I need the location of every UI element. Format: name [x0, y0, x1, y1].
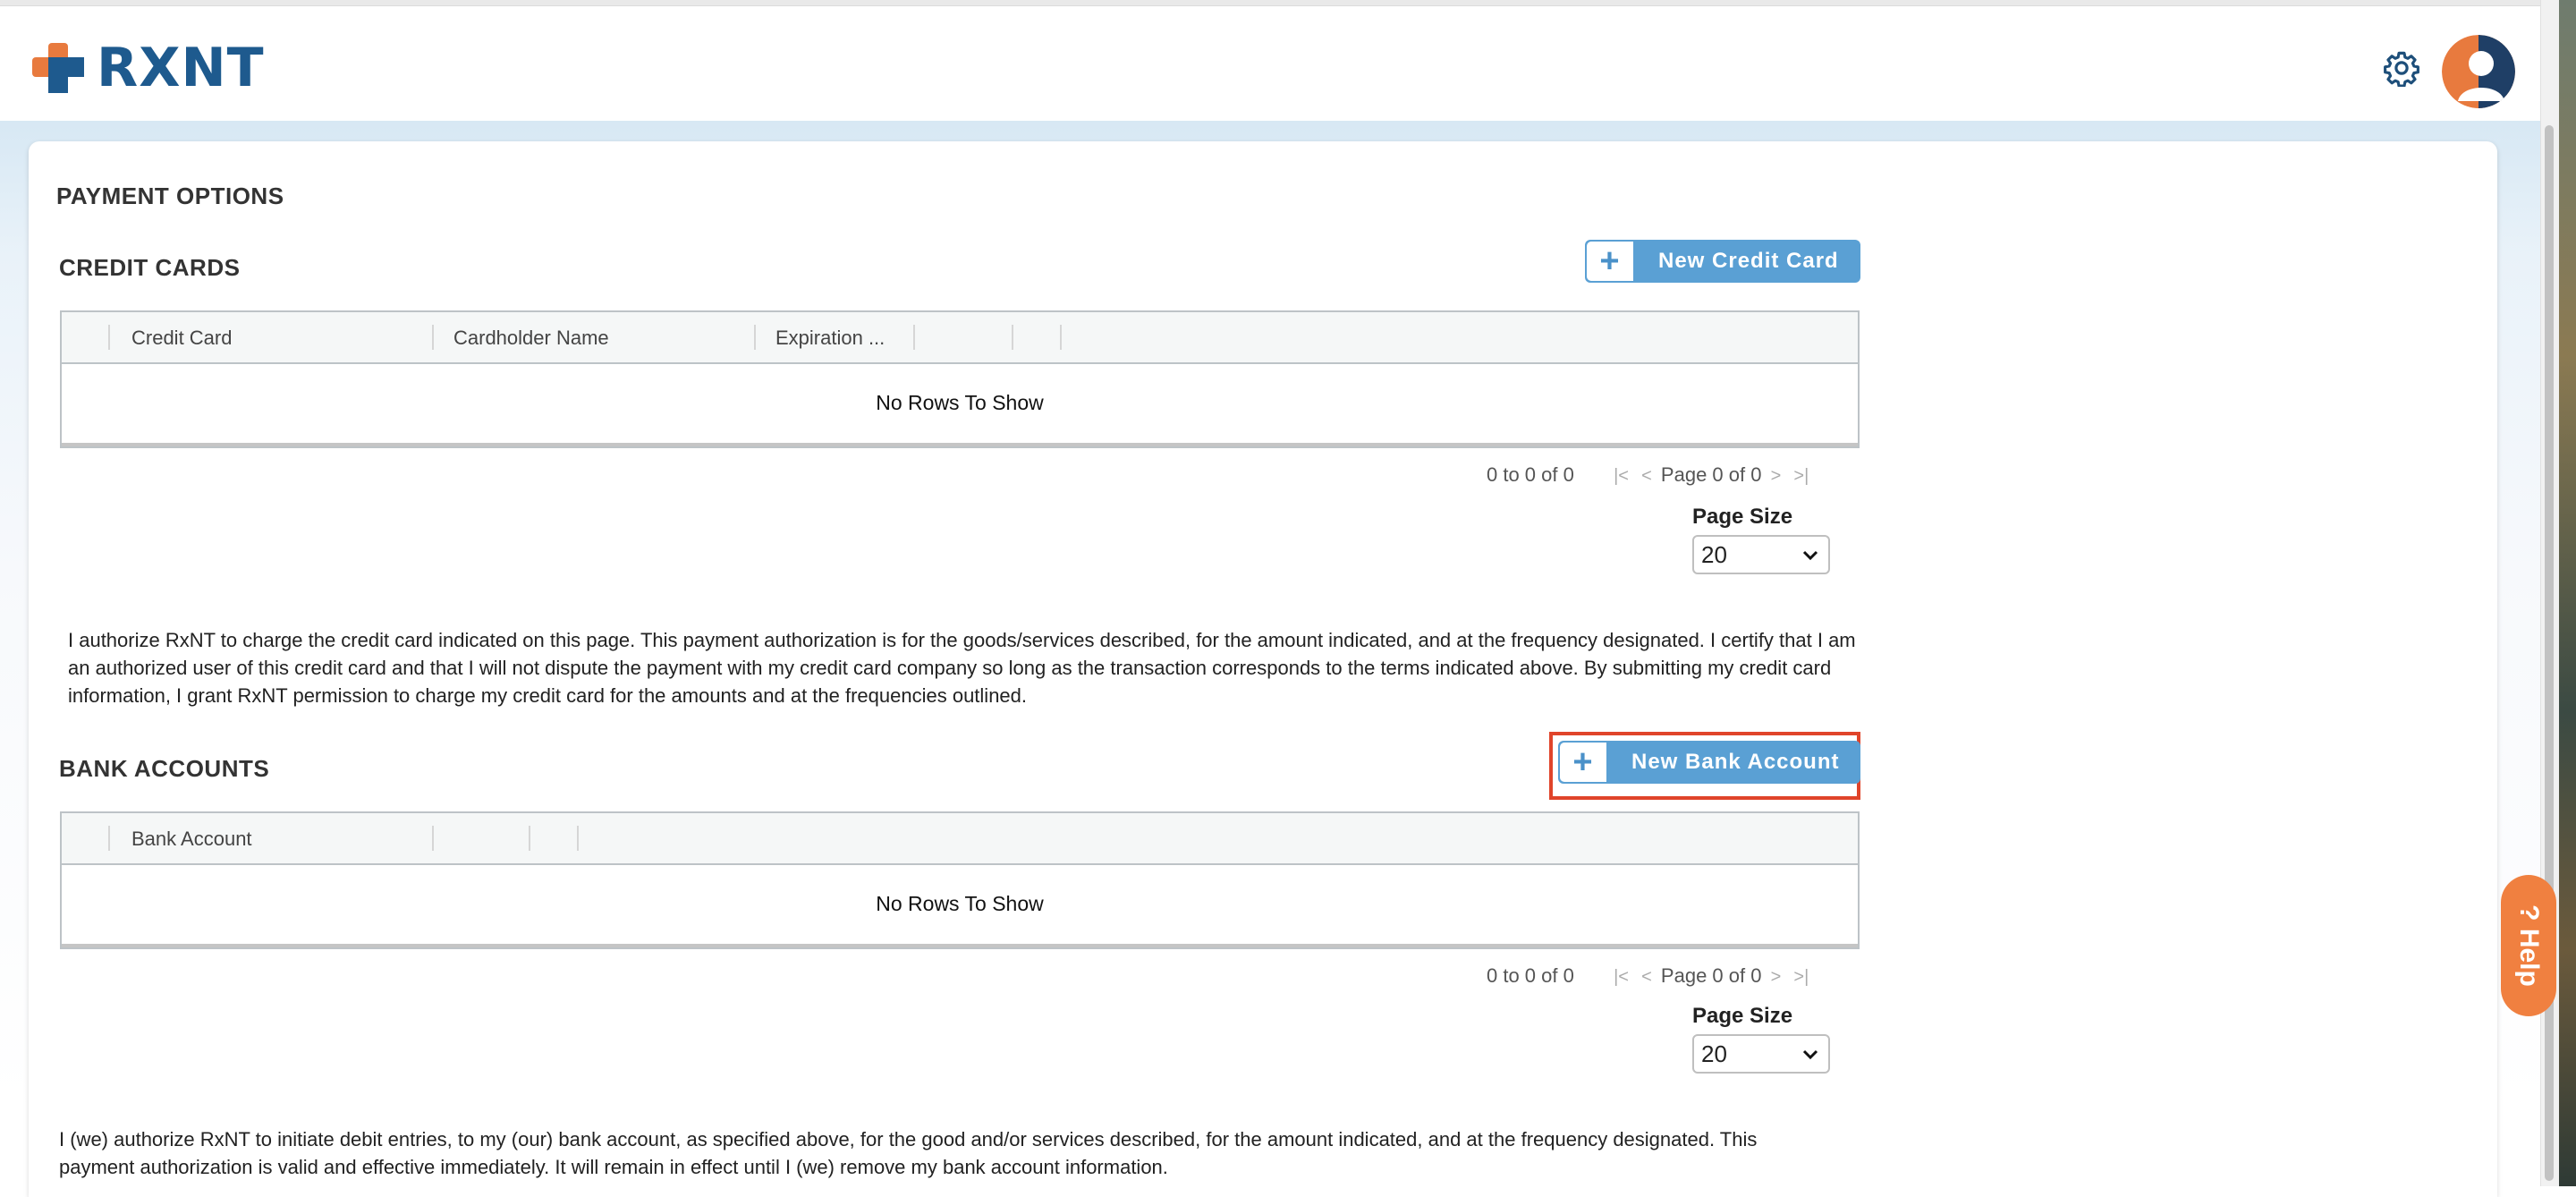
- last-page-icon[interactable]: >|: [1793, 466, 1809, 486]
- page-size-label: Page Size: [1692, 1004, 1793, 1028]
- gear-icon[interactable]: [2383, 49, 2420, 87]
- first-page-icon[interactable]: |<: [1614, 466, 1629, 486]
- column-separator: [108, 325, 110, 350]
- column-header-credit-card[interactable]: Credit Card: [131, 327, 232, 350]
- new-bank-account-button[interactable]: + New Bank Account: [1558, 741, 1861, 784]
- next-page-icon[interactable]: >: [1771, 466, 1782, 486]
- column-separator: [577, 826, 579, 851]
- prev-page-icon[interactable]: <: [1641, 967, 1652, 987]
- logo-cross-icon: [32, 43, 84, 93]
- page-size-select[interactable]: 20: [1692, 1034, 1830, 1074]
- column-separator: [1012, 325, 1013, 350]
- new-credit-card-button[interactable]: + New Credit Card: [1585, 240, 1860, 283]
- bank-accounts-grid: Bank Account No Rows To Show: [60, 811, 1860, 949]
- grid-bottom-border: [62, 443, 1858, 446]
- column-separator: [432, 325, 434, 350]
- next-page-icon[interactable]: >: [1771, 967, 1782, 987]
- page-size-value: 20: [1701, 1040, 1727, 1067]
- chevron-down-icon: [1802, 1049, 1818, 1060]
- help-tab[interactable]: ? Help: [2501, 875, 2556, 1016]
- new-credit-card-label: New Credit Card: [1658, 249, 1839, 273]
- column-separator: [108, 826, 110, 851]
- pager-page-text: Page 0 of 0: [1660, 964, 1762, 987]
- no-rows-message: No Rows To Show: [876, 391, 1044, 414]
- credit-cards-title: CREDIT CARDS: [59, 254, 241, 281]
- page-size-select[interactable]: 20: [1692, 535, 1830, 574]
- grid-bottom-border: [62, 944, 1858, 947]
- pager-summary: 0 to 0 of 0: [1487, 964, 1574, 987]
- help-label: ? Help: [2514, 904, 2544, 987]
- page-title: PAYMENT OPTIONS: [56, 183, 284, 209]
- plus-icon: +: [1560, 743, 1606, 782]
- browser-top-edge: [0, 0, 2540, 6]
- user-avatar-icon[interactable]: [2442, 35, 2515, 108]
- rxnt-logo[interactable]: RXNT: [29, 37, 265, 99]
- pager-summary: 0 to 0 of 0: [1487, 463, 1574, 486]
- column-header-cardholder-name[interactable]: Cardholder Name: [453, 327, 609, 350]
- pager-page-text: Page 0 of 0: [1660, 463, 1762, 486]
- column-separator: [1060, 325, 1062, 350]
- bank-accounts-title: BANK ACCOUNTS: [59, 755, 270, 782]
- column-separator: [913, 325, 915, 350]
- column-separator: [754, 325, 756, 350]
- scrollbar-thumb[interactable]: [2545, 125, 2554, 1181]
- column-separator: [432, 826, 434, 851]
- new-bank-account-label: New Bank Account: [1631, 750, 1840, 774]
- column-header-expiration[interactable]: Expiration ...: [775, 327, 885, 350]
- page-size-label: Page Size: [1692, 505, 1793, 529]
- last-page-icon[interactable]: >|: [1793, 967, 1809, 987]
- page-size-value: 20: [1701, 540, 1727, 568]
- first-page-icon[interactable]: |<: [1614, 967, 1629, 987]
- plus-icon: +: [1587, 242, 1633, 281]
- column-separator: [529, 826, 530, 851]
- grid-header: Credit Card Cardholder Name Expiration .…: [62, 312, 1858, 364]
- chevron-down-icon: [1802, 550, 1818, 561]
- grid-header: Bank Account: [62, 813, 1858, 865]
- logo-text: RXNT: [97, 37, 265, 99]
- column-header-bank-account[interactable]: Bank Account: [131, 828, 252, 851]
- app-header: RXNT: [0, 6, 2540, 121]
- credit-card-authorization-text: I authorize RxNT to charge the credit ca…: [68, 629, 1856, 707]
- prev-page-icon[interactable]: <: [1641, 466, 1652, 486]
- credit-cards-grid: Credit Card Cardholder Name Expiration .…: [60, 310, 1860, 448]
- credit-cards-pager: 0 to 0 of 0 |< < Page 0 of 0 > >|: [1487, 463, 1812, 487]
- bank-account-authorization-text: I (we) authorize RxNT to initiate debit …: [59, 1128, 1758, 1178]
- bank-accounts-pager: 0 to 0 of 0 |< < Page 0 of 0 > >|: [1487, 964, 1812, 988]
- no-rows-message: No Rows To Show: [876, 892, 1044, 915]
